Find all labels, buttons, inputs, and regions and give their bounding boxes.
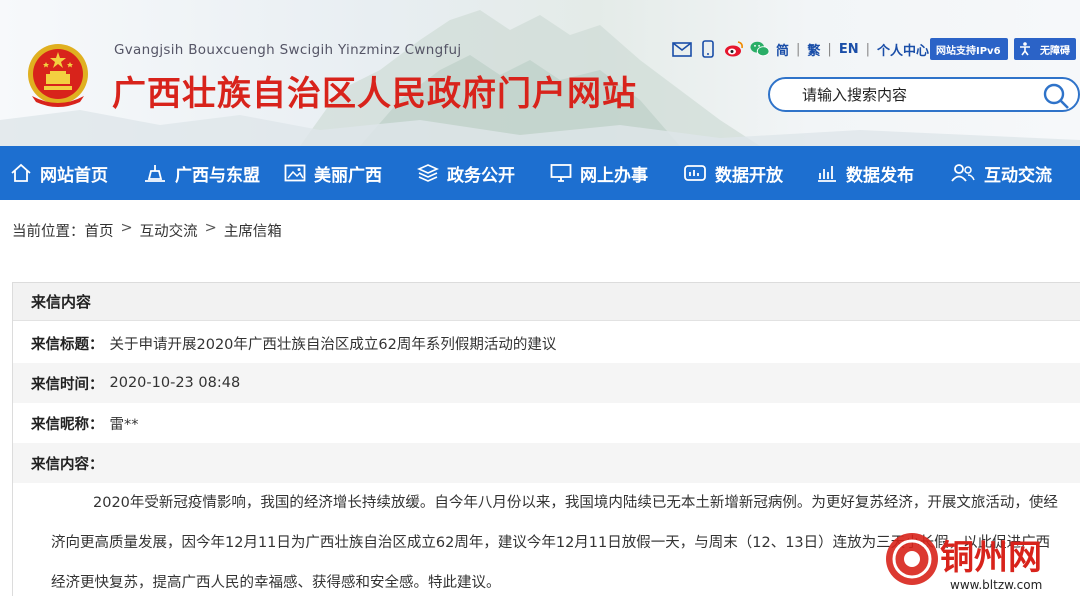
search-icon[interactable] [1042, 82, 1070, 110]
accessibility-button[interactable]: 无障碍 [1014, 38, 1076, 60]
letter-subject-row: 来信标题： 关于申请开展2020年广西壮族自治区成立62周年系列假期活动的建议 [13, 323, 1080, 363]
bar-chart-icon [818, 166, 836, 182]
nav-item-label: 数据发布 [846, 165, 914, 186]
english-link[interactable]: EN [839, 42, 859, 57]
nickname-value: 雷** [109, 416, 139, 433]
nav-item-beautiful-guangxi[interactable]: 美丽广西 [284, 146, 382, 200]
mobile-icon[interactable] [698, 40, 718, 58]
watermark-logo: 铜州网 www.bltzw.com [886, 533, 1042, 592]
nav-item-government-affairs[interactable]: 政务公开 [417, 146, 515, 200]
monitor-icon [550, 164, 572, 182]
nav-item-guangxi-asean[interactable]: 广西与东盟 [143, 146, 260, 200]
personal-center-link[interactable]: 个人中心 [877, 40, 929, 59]
letter-time-row: 来信时间： 2020-10-23 08:48 [13, 363, 1080, 403]
nav-item-label: 广西与东盟 [175, 165, 260, 186]
search-input[interactable] [802, 84, 1032, 106]
national-emblem-icon [28, 44, 88, 107]
nav-item-data-release[interactable]: 数据发布 [816, 146, 914, 200]
traditional-chinese-link[interactable]: 繁 [807, 40, 820, 59]
time-value: 2020-10-23 08:48 [109, 375, 241, 391]
breadcrumb-separator: > [204, 220, 217, 236]
breadcrumb-separator: > [120, 220, 133, 236]
layers-icon [417, 164, 439, 182]
watermark-url: www.bltzw.com [950, 578, 1042, 592]
weibo-icon[interactable] [724, 40, 744, 58]
breadcrumb-prefix: 当前位置： [12, 224, 85, 240]
site-title: 广西壮族自治区人民政府门户网站 [112, 74, 637, 114]
letter-nickname-row: 来信昵称： 雷** [13, 403, 1080, 443]
nav-item-label: 政务公开 [447, 165, 515, 186]
nav-item-open-data[interactable]: 数据开放 [683, 146, 783, 200]
nav-item-online-services[interactable]: 网上办事 [550, 146, 648, 200]
ipv6-badge[interactable]: 网站支持IPv6 [930, 38, 1008, 60]
letter-content-row: 来信内容： [13, 443, 1080, 483]
users-icon [951, 164, 975, 182]
accessibility-icon [1020, 42, 1030, 56]
email-icon[interactable] [672, 40, 692, 58]
nav-item-label: 美丽广西 [314, 165, 382, 186]
breadcrumb-item-home[interactable]: 首页 [85, 220, 114, 241]
nav-item-label: 互动交流 [984, 165, 1052, 186]
nickname-label: 来信昵称： [31, 416, 104, 433]
nav-item-interaction[interactable]: 互动交流 [950, 146, 1052, 200]
breadcrumb: 当前位置： 首页 > 互动交流 > 主席信箱 [12, 220, 282, 241]
nav-item-home[interactable]: 网站首页 [10, 146, 108, 200]
site-pinyin-name: Gvangjsih Bouxcuengh Swcigih Yinzminz Cw… [114, 42, 462, 58]
simplified-chinese-link[interactable]: 简 [776, 40, 789, 59]
nav-item-label: 网上办事 [580, 165, 648, 186]
wechat-icon[interactable] [750, 40, 770, 58]
data-open-icon [684, 165, 706, 181]
nav-item-label: 网站首页 [40, 165, 108, 186]
landmark-icon [145, 165, 165, 182]
breadcrumb-item-interaction[interactable]: 互动交流 [140, 220, 198, 241]
content-label: 来信内容： [31, 456, 104, 473]
home-icon [11, 163, 31, 182]
subject-label: 来信标题： [31, 336, 104, 353]
picture-icon [284, 164, 306, 182]
breadcrumb-item-mailbox[interactable]: 主席信箱 [224, 220, 282, 241]
subject-value: 关于申请开展2020年广西壮族自治区成立62周年系列假期活动的建议 [109, 336, 557, 353]
accessibility-label: 无障碍 [1040, 45, 1070, 57]
nav-item-label: 数据开放 [715, 165, 783, 186]
search-box [768, 77, 1080, 112]
panel-title: 来信内容 [13, 283, 1080, 321]
watermark-name: 铜州网 [940, 538, 1042, 578]
top-links: 简 | 繁 | EN | 个人中心 [672, 38, 929, 60]
time-label: 来信时间： [31, 376, 104, 393]
main-nav: 网站首页 广西与东盟 美丽广西 政务公开 网上办事 数据开放 数据发布 互动交流 [0, 146, 1080, 200]
site-header: Gvangjsih Bouxcuengh Swcigih Yinzminz Cw… [0, 0, 1080, 146]
